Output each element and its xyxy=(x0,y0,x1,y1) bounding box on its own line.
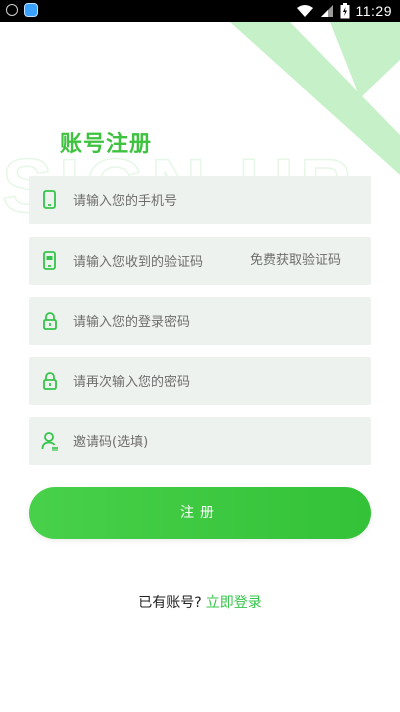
get-verification-code-button[interactable]: 免费获取验证码 xyxy=(250,237,341,285)
confirm-password-row xyxy=(29,357,371,407)
status-system-icons: 11:29 xyxy=(296,2,393,20)
invite-code-input[interactable] xyxy=(71,417,355,467)
invite-code-row xyxy=(29,417,371,467)
page-title: 账号注册 xyxy=(60,132,153,157)
phone-input[interactable] xyxy=(71,176,355,226)
status-notification-icons xyxy=(6,3,38,17)
password-field-row xyxy=(29,297,371,347)
status-bar: 11:29 xyxy=(0,0,400,22)
signal-icon xyxy=(320,5,333,17)
verification-code-input[interactable] xyxy=(71,237,250,287)
battery-icon xyxy=(340,3,349,19)
lock-icon xyxy=(43,312,57,330)
notification-icon xyxy=(6,4,18,16)
phone-icon xyxy=(43,190,56,209)
lock-icon xyxy=(43,372,57,390)
login-link[interactable]: 立即登录 xyxy=(206,595,262,611)
password-input[interactable] xyxy=(71,297,355,347)
user-icon xyxy=(41,432,58,451)
wifi-icon xyxy=(296,5,313,17)
confirm-password-input[interactable] xyxy=(71,357,355,407)
sms-phone-icon xyxy=(43,251,56,270)
register-button[interactable]: 注册 xyxy=(29,487,371,539)
status-time: 11:29 xyxy=(355,3,392,19)
verification-code-row: 免费获取验证码 xyxy=(29,237,371,287)
phone-field-row xyxy=(29,176,371,226)
login-prompt: 已有账号? 立即登录 xyxy=(0,592,400,612)
login-prompt-text: 已有账号? xyxy=(138,595,202,611)
app-notification-icon xyxy=(24,3,38,17)
